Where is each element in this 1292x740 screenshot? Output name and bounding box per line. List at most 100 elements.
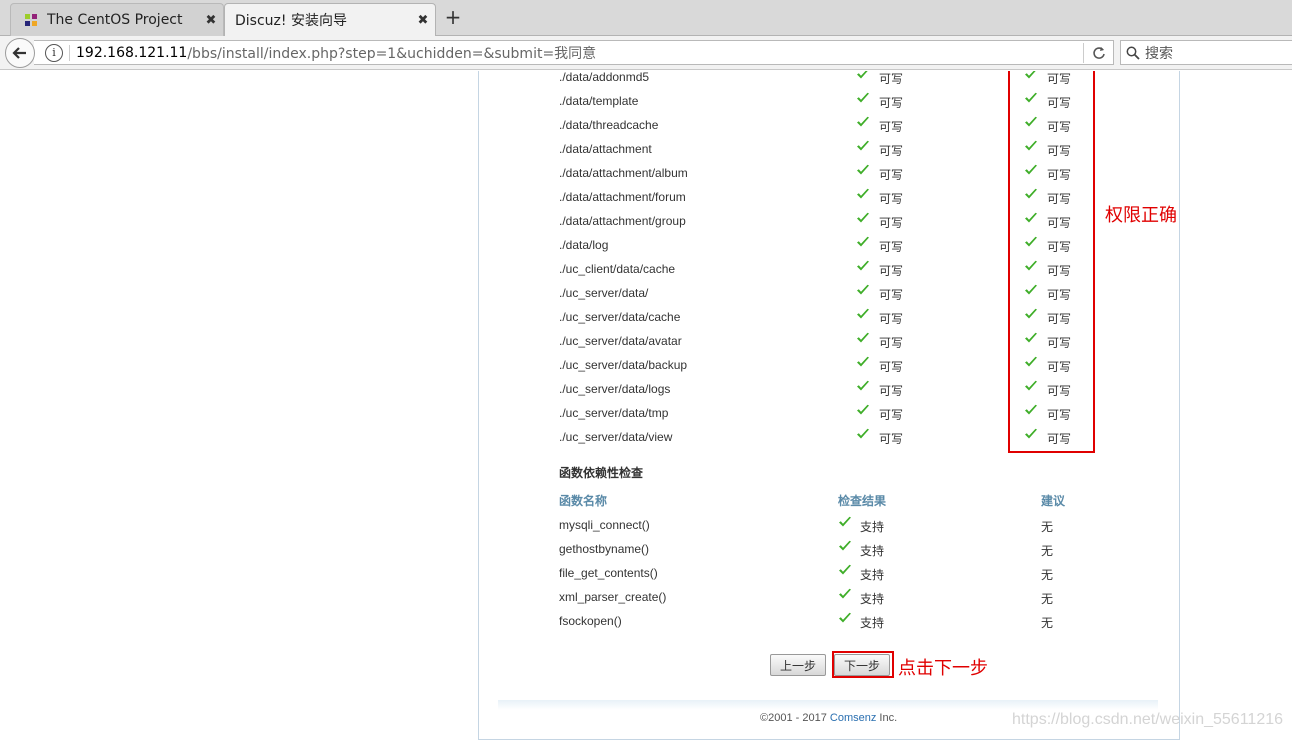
required-status: 可写 bbox=[879, 96, 904, 110]
tab-centos[interactable]: The CentOS Project ✖ bbox=[10, 3, 224, 36]
check-icon bbox=[857, 71, 868, 79]
func-name: gethostbyname() bbox=[559, 542, 650, 556]
search-placeholder: 搜索 bbox=[1145, 45, 1173, 62]
required-status: 可写 bbox=[879, 360, 904, 374]
tab-title: The CentOS Project bbox=[47, 12, 183, 28]
watermark: https://blog.csdn.net/weixin_55611216 bbox=[1012, 711, 1284, 728]
page-viewport: ./data/addonmd5 可写 可写 ./data/template 可写 可写 ./… bbox=[0, 71, 1292, 740]
centos-favicon-icon bbox=[25, 14, 37, 26]
check-icon bbox=[857, 284, 869, 295]
footer-prefix: ©2001 - 2017 bbox=[760, 712, 830, 724]
func-advice: 无 bbox=[1041, 616, 1054, 630]
required-status: 可写 bbox=[879, 216, 904, 230]
dir-path: ./data/attachment bbox=[559, 142, 652, 156]
required-status: 可写 bbox=[879, 72, 904, 86]
required-status: 可写 bbox=[879, 312, 904, 326]
check-icon bbox=[857, 92, 869, 103]
func-advice: 无 bbox=[1041, 520, 1054, 534]
check-icon bbox=[857, 140, 869, 151]
check-icon bbox=[839, 540, 851, 551]
check-icon bbox=[857, 308, 869, 319]
check-icon bbox=[857, 212, 869, 223]
url-path: /bbs/install/index.php?step=1&uchidden=&… bbox=[187, 45, 597, 62]
func-result: 支持 bbox=[860, 520, 885, 534]
new-tab-button[interactable]: + bbox=[442, 6, 464, 30]
required-status: 可写 bbox=[879, 240, 904, 254]
dir-path: ./uc_server/data/cache bbox=[559, 310, 681, 324]
check-icon bbox=[839, 564, 851, 575]
func-name: file_get_contents() bbox=[559, 566, 658, 580]
dir-path: ./uc_client/data/cache bbox=[559, 262, 676, 276]
url-divider bbox=[69, 44, 70, 61]
tab-close-icon[interactable]: ✖ bbox=[411, 13, 435, 28]
search-icon bbox=[1126, 46, 1140, 60]
check-icon bbox=[857, 260, 869, 271]
required-status: 可写 bbox=[879, 192, 904, 206]
func-advice: 无 bbox=[1041, 592, 1054, 606]
func-result: 支持 bbox=[860, 616, 885, 630]
required-status: 可写 bbox=[879, 144, 904, 158]
col-header-func-name: 函数名称 bbox=[559, 494, 608, 508]
required-status: 可写 bbox=[879, 384, 904, 398]
dir-path: ./uc_server/data/logs bbox=[559, 382, 671, 396]
footer-band bbox=[498, 700, 1158, 710]
required-status: 可写 bbox=[879, 288, 904, 302]
annotation-click-next: 点击下一步 bbox=[898, 658, 988, 679]
func-result: 支持 bbox=[860, 592, 885, 606]
site-info-icon[interactable]: i bbox=[45, 43, 63, 62]
check-icon bbox=[857, 116, 869, 127]
dir-path: ./data/attachment/group bbox=[559, 214, 686, 228]
prev-step-button[interactable]: 上一步 bbox=[770, 654, 826, 676]
dir-path: ./uc_server/data/view bbox=[559, 430, 673, 444]
required-status: 可写 bbox=[879, 432, 904, 446]
col-header-result: 检查结果 bbox=[838, 494, 887, 508]
check-icon bbox=[857, 356, 869, 367]
func-advice: 无 bbox=[1041, 544, 1054, 558]
check-icon bbox=[857, 380, 869, 391]
browser-tab-bar: The CentOS Project ✖ Discuz! 安装向导 ✖ + bbox=[0, 0, 1292, 36]
footer-brand-link[interactable]: Comsenz bbox=[830, 712, 876, 724]
dir-path: ./uc_server/data/backup bbox=[559, 358, 688, 372]
check-icon bbox=[839, 588, 851, 599]
func-advice: 无 bbox=[1041, 568, 1054, 582]
address-bar[interactable]: i 192.168.121.11 /bbs/install/index.php?… bbox=[34, 40, 1114, 65]
required-status: 可写 bbox=[879, 336, 904, 350]
check-icon bbox=[857, 164, 869, 175]
tab-title: Discuz! 安装向导 bbox=[235, 13, 347, 29]
annotation-permission-ok: 权限正确 bbox=[1105, 205, 1177, 226]
check-icon bbox=[857, 404, 869, 415]
footer-suffix: Inc. bbox=[876, 712, 898, 724]
dir-path: ./uc_server/data/ bbox=[559, 286, 649, 300]
next-button-highlight-box bbox=[832, 651, 894, 678]
func-result: 支持 bbox=[860, 544, 885, 558]
check-icon bbox=[839, 612, 851, 623]
func-name: xml_parser_create() bbox=[559, 590, 667, 604]
back-button[interactable] bbox=[5, 38, 35, 68]
col-header-advice: 建议 bbox=[1041, 494, 1066, 508]
tab-close-icon[interactable]: ✖ bbox=[199, 13, 223, 28]
dir-path: ./data/template bbox=[559, 94, 639, 108]
check-icon bbox=[857, 332, 869, 343]
required-status: 可写 bbox=[879, 120, 904, 134]
check-icon bbox=[857, 188, 869, 199]
required-status: 可写 bbox=[879, 408, 904, 422]
reload-icon[interactable] bbox=[1083, 42, 1113, 63]
back-arrow-icon bbox=[12, 47, 26, 59]
footer-copyright: ©2001 - 2017 Comsenz Inc. bbox=[760, 712, 897, 724]
check-icon bbox=[839, 516, 851, 527]
func-name: fsockopen() bbox=[559, 614, 622, 628]
url-host: 192.168.121.11 bbox=[76, 44, 188, 61]
check-icon bbox=[857, 236, 869, 247]
tab-discuz[interactable]: Discuz! 安装向导 ✖ bbox=[224, 3, 436, 36]
dir-path: ./data/log bbox=[559, 238, 609, 252]
dir-path: ./data/threadcache bbox=[559, 118, 659, 132]
dir-path: ./data/attachment/album bbox=[559, 166, 688, 180]
required-status: 可写 bbox=[879, 264, 904, 278]
permission-highlight-box bbox=[1008, 71, 1095, 453]
search-input[interactable]: 搜索 bbox=[1120, 40, 1292, 65]
dir-path: ./data/addonmd5 bbox=[559, 71, 650, 84]
func-check-title: 函数依赖性检查 bbox=[559, 466, 644, 480]
func-result: 支持 bbox=[860, 568, 885, 582]
required-status: 可写 bbox=[879, 168, 904, 182]
dir-path: ./uc_server/data/tmp bbox=[559, 406, 669, 420]
